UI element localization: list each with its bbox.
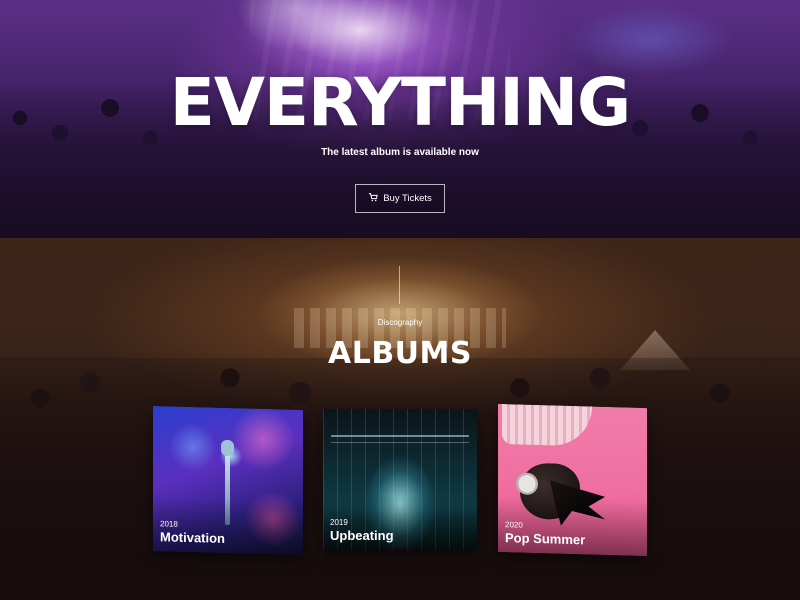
hero-subtitle: The latest album is available now (321, 147, 479, 158)
hero-title: EVERYTHING (169, 64, 631, 141)
cart-icon (368, 192, 379, 205)
album-name: Pop Summer (505, 530, 586, 548)
section-kicker: Discography (377, 318, 423, 327)
album-year: 2019 (330, 518, 348, 527)
stage-truss-graphic (331, 435, 469, 443)
section-title: ALBUMS (327, 336, 473, 371)
album-card-motivation[interactable]: 2018 Motivation (153, 406, 303, 555)
headphones-graphic (516, 472, 538, 496)
hero-banner: EVERYTHING The latest album is available… (0, 0, 800, 238)
album-year: 2018 (160, 519, 178, 529)
album-name: Motivation (160, 529, 225, 546)
buy-tickets-label: Buy Tickets (383, 193, 432, 204)
album-card-pop-summer[interactable]: 2020 Pop Summer (498, 403, 647, 557)
album-name: Upbeating (330, 528, 394, 543)
buy-tickets-button[interactable]: Buy Tickets (355, 184, 445, 213)
album-card-upbeating[interactable]: 2019 Upbeating (323, 409, 477, 550)
section-divider-line (399, 266, 400, 304)
album-year: 2020 (505, 520, 523, 530)
